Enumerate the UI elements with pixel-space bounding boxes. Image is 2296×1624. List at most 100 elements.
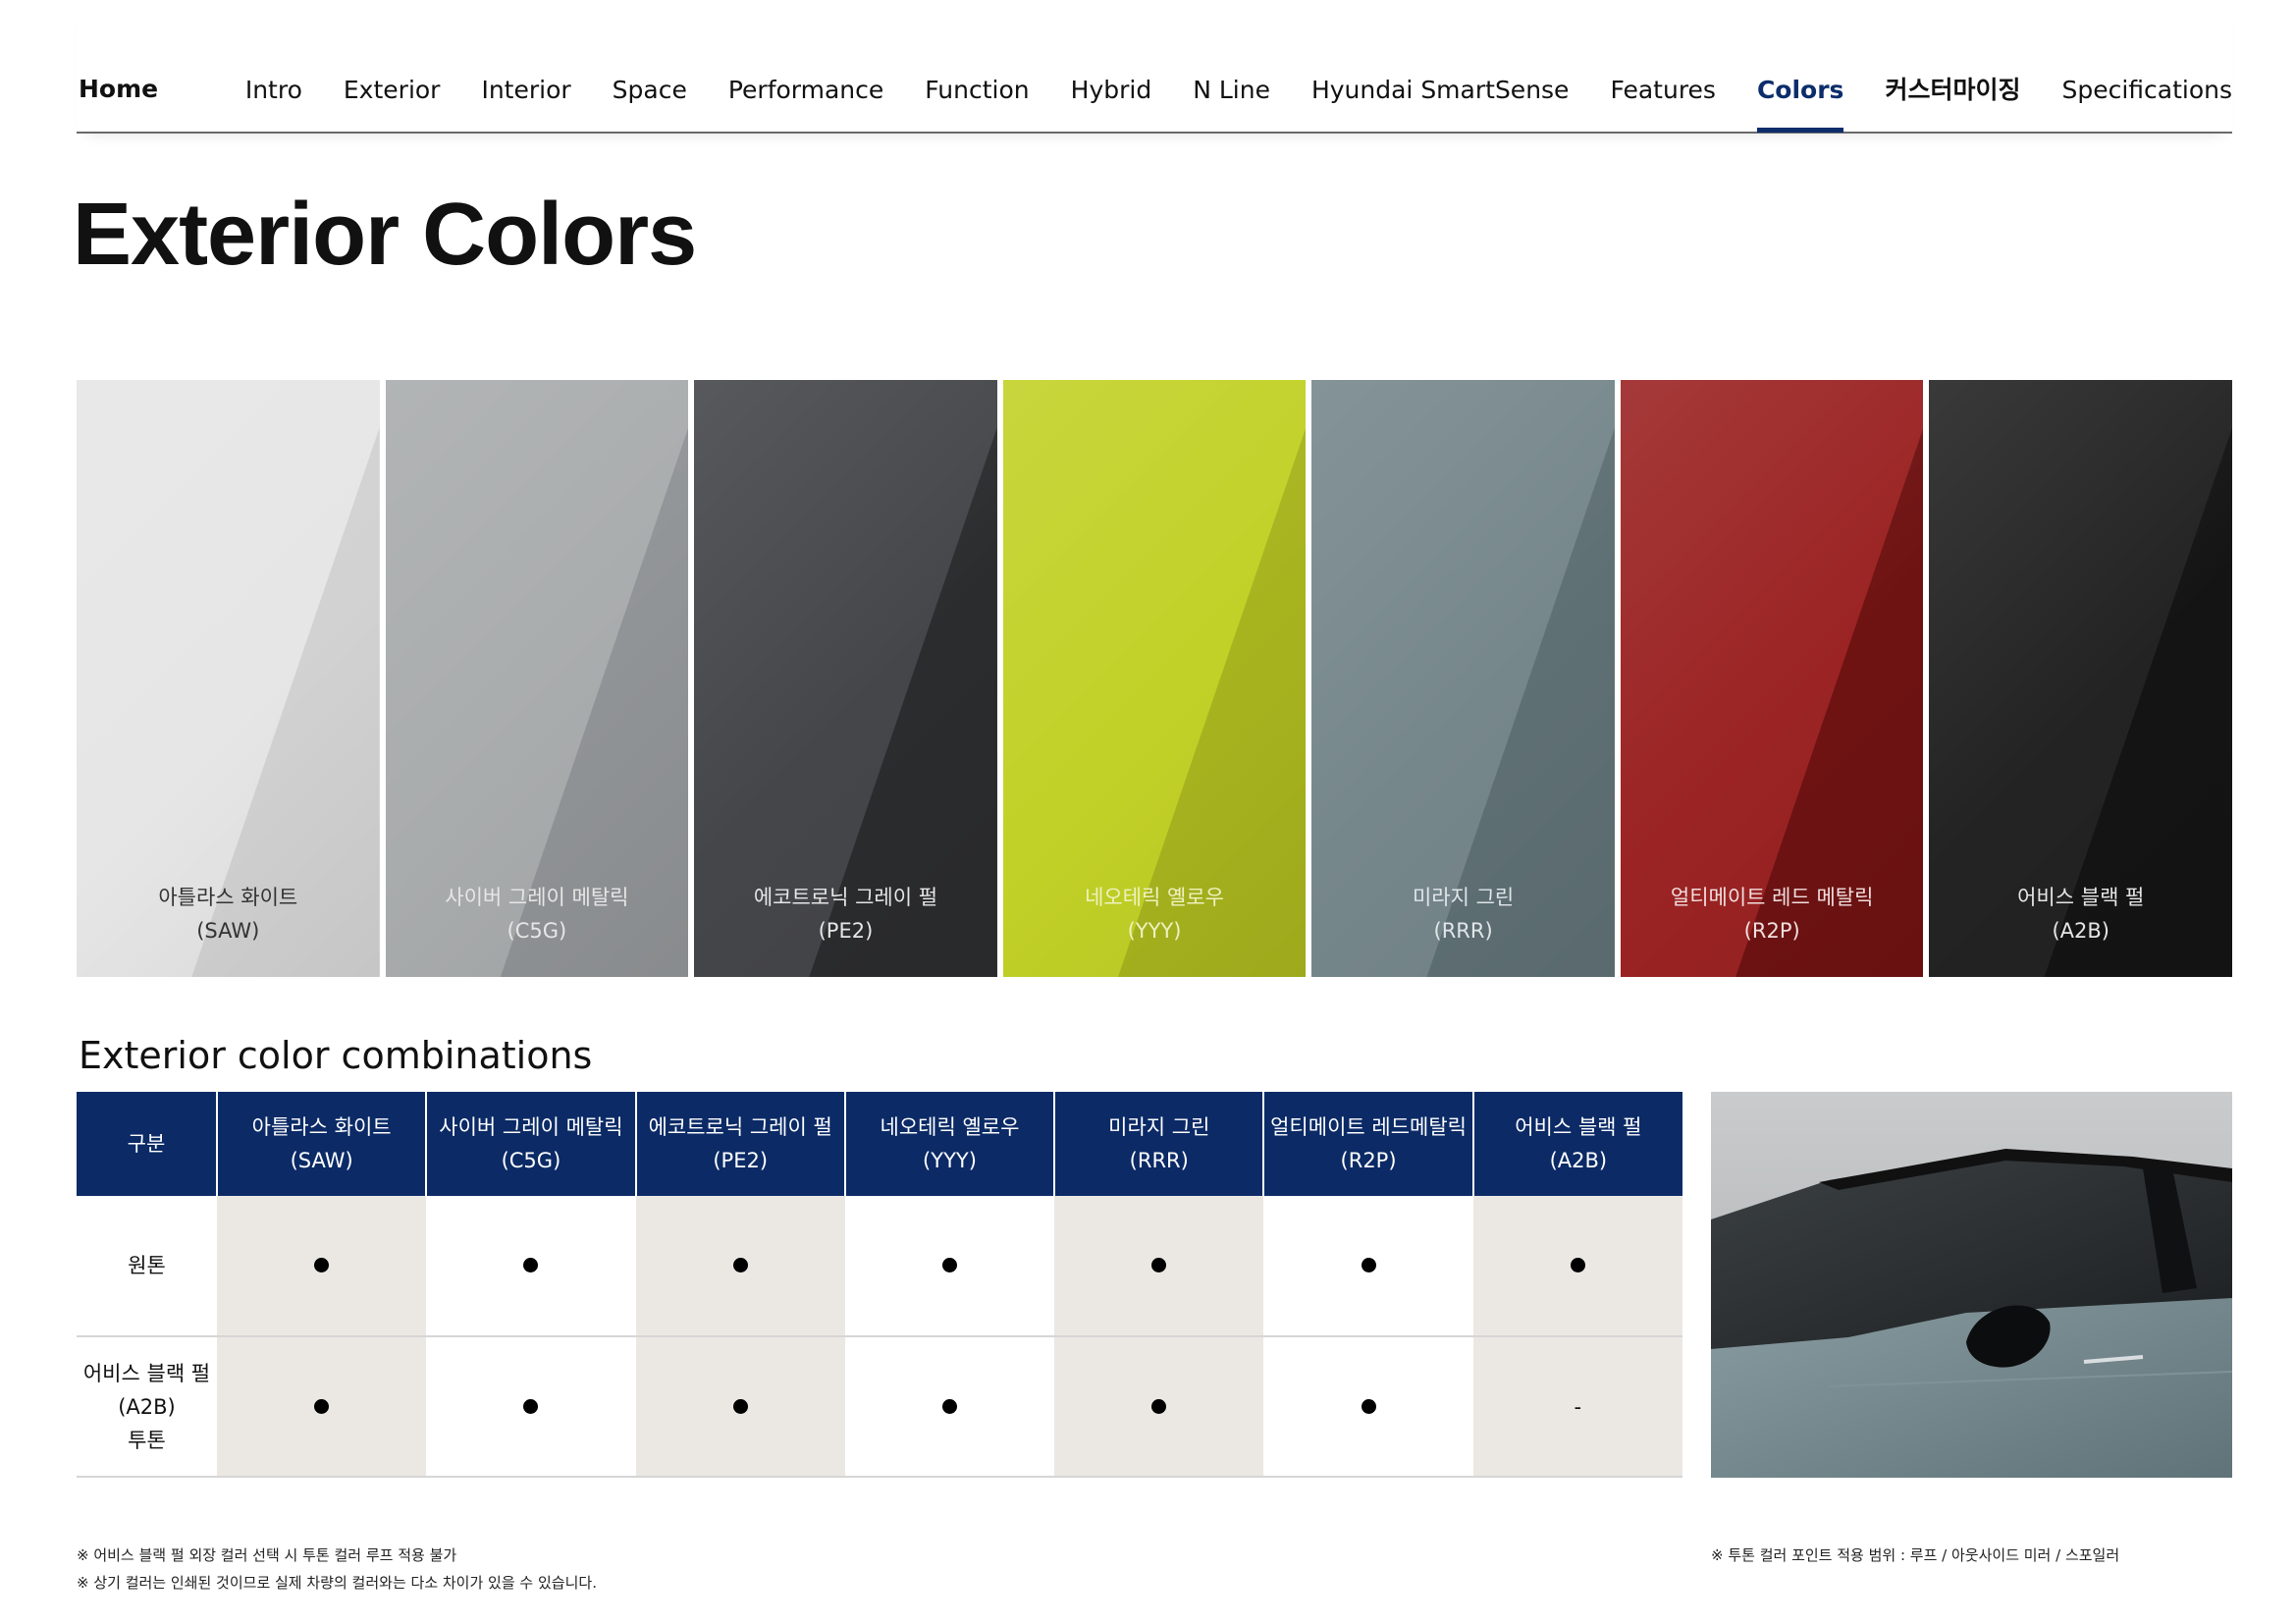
- header-color-name: 에코트로닉 그레이 펄: [648, 1115, 832, 1139]
- availability-dot: [732, 1258, 748, 1272]
- color-swatches: 아틀라스 화이트 (SAW) 사이버 그레이 메탈릭 (C5G) 에코트로닉 그레이…: [77, 380, 2233, 977]
- swatch-abyss-black[interactable]: 어비스 블랙 펄 (A2B): [1929, 380, 2233, 977]
- color-combinations-table: 구분 아틀라스 화이트 (SAW) 사이버 그레이 메탈릭 (C5G) 에코트로닉 …: [77, 1092, 1682, 1478]
- header-color-name: 아틀라스 화이트: [251, 1115, 392, 1139]
- header-color-name: 사이버 그레이 메탈릭: [439, 1115, 623, 1139]
- table-header-cell: 에코트로닉 그레이 펄 (PE2): [635, 1092, 846, 1196]
- swatch-label: 미라지 그린 (RRR): [1311, 881, 1615, 947]
- table-cell: [426, 1336, 636, 1478]
- swatch-name: 어비스 블랙 펄: [2017, 886, 2145, 909]
- swatch-label: 어비스 블랙 펄 (A2B): [1929, 881, 2232, 947]
- table-cell: [844, 1336, 1055, 1478]
- swatch-code: (RRR): [1433, 919, 1493, 943]
- table-header-cell: 얼티메이트 레드메탈릭 (R2P): [1263, 1092, 1474, 1196]
- nav-items: Intro Exterior Interior Space Performanc…: [245, 75, 2232, 133]
- nav-item-features[interactable]: Features: [1610, 75, 1716, 107]
- combinations-title: Exterior color combinations: [79, 1034, 593, 1077]
- availability-dot: [1151, 1398, 1167, 1414]
- availability-dot: [314, 1398, 330, 1414]
- table-cell: [844, 1196, 1055, 1337]
- nav-item-space[interactable]: Space: [613, 75, 687, 107]
- swatch-label: 네오테릭 옐로우 (YYY): [1003, 881, 1307, 947]
- table-cell-unavailable: -: [1472, 1336, 1682, 1478]
- swatch-mirage-green[interactable]: 미라지 그린 (RRR): [1311, 380, 1615, 977]
- row-label: 원톤: [77, 1196, 217, 1337]
- row-label-line: 투톤: [128, 1428, 166, 1452]
- header-color-name: 어비스 블랙 펄: [1515, 1115, 1642, 1139]
- table-header-cell: 네오테릭 옐로우 (YYY): [844, 1092, 1056, 1196]
- nav-item-exterior[interactable]: Exterior: [344, 75, 441, 107]
- header-color-code: (PE2): [713, 1149, 769, 1172]
- header-color-code: (R2P): [1340, 1149, 1397, 1172]
- car-illustration: [1711, 1092, 2232, 1478]
- row-label: 어비스 블랙 펄 (A2B) 투톤: [77, 1336, 217, 1478]
- table-cell: [217, 1196, 427, 1337]
- availability-dot: [1361, 1398, 1376, 1414]
- swatch-name: 사이버 그레이 메탈릭: [445, 886, 629, 909]
- table-cell: [1472, 1196, 1682, 1337]
- swatch-ultimate-red[interactable]: 얼티메이트 레드 메탈릭 (R2P): [1620, 380, 1924, 977]
- table-cell: [635, 1336, 845, 1478]
- availability-dot: [941, 1398, 957, 1414]
- nav-item-customizing[interactable]: 커스터마이징: [1885, 75, 2020, 107]
- table-header-cell: 미라지 그린 (RRR): [1054, 1092, 1265, 1196]
- swatch-name: 미라지 그린: [1412, 886, 1515, 909]
- table-header-cell: 아틀라스 화이트 (SAW): [217, 1092, 428, 1196]
- row-label-line: (A2B): [118, 1394, 176, 1419]
- table-cell: [1054, 1196, 1264, 1337]
- header-color-code: (SAW): [290, 1149, 353, 1172]
- table-header-cell: 어비스 블랙 펄 (A2B): [1472, 1092, 1682, 1196]
- header-color-name: 얼티메이트 레드메탈릭: [1270, 1115, 1467, 1139]
- nav-item-performance[interactable]: Performance: [728, 75, 883, 107]
- availability-dot: [1361, 1258, 1376, 1272]
- swatch-code: (SAW): [196, 919, 260, 943]
- swatch-atlas-white[interactable]: 아틀라스 화이트 (SAW): [77, 380, 380, 977]
- note-print-color-disclaimer: ※ 상기 컬러는 인쇄된 것이므로 실제 차량의 컬러와는 다소 차이가 있을 …: [77, 1574, 597, 1592]
- swatch-name: 에코트로닉 그레이 펄: [753, 886, 938, 909]
- table-cell: [1263, 1196, 1473, 1337]
- swatch-cyber-gray[interactable]: 사이버 그레이 메탈릭 (C5G): [385, 380, 689, 977]
- header-color-name: 미라지 그린: [1108, 1115, 1210, 1139]
- top-navigation: Home Intro Exterior Interior Space Perfo…: [77, 0, 2232, 134]
- swatch-name: 아틀라스 화이트: [158, 886, 298, 909]
- row-label-line: 어비스 블랙 펄: [82, 1361, 211, 1385]
- availability-dot: [941, 1258, 957, 1272]
- table-cell: [1263, 1336, 1473, 1478]
- table-row-two-tone: 어비스 블랙 펄 (A2B) 투톤 -: [77, 1336, 1682, 1478]
- nav-item-colors[interactable]: Colors: [1756, 75, 1844, 133]
- swatch-ecotronic-gray[interactable]: 에코트로닉 그레이 펄 (PE2): [694, 380, 997, 977]
- table-cell: [635, 1196, 845, 1337]
- table-row-one-tone: 원톤: [77, 1196, 1682, 1337]
- nav-item-intro[interactable]: Intro: [245, 75, 302, 107]
- nav-item-smartsense[interactable]: Hyundai SmartSense: [1311, 75, 1570, 107]
- swatch-label: 사이버 그레이 메탈릭 (C5G): [386, 881, 689, 947]
- nav-item-specifications[interactable]: Specifications: [2061, 75, 2232, 107]
- nav-item-function[interactable]: Function: [925, 75, 1029, 107]
- page-title: Exterior Colors: [73, 186, 697, 284]
- nav-item-hybrid[interactable]: Hybrid: [1071, 75, 1152, 107]
- swatch-label: 아틀라스 화이트 (SAW): [77, 881, 380, 947]
- table-cell: [217, 1336, 427, 1478]
- header-color-code: (C5G): [501, 1149, 561, 1172]
- swatch-neoteric-yellow[interactable]: 네오테릭 옐로우 (YYY): [1002, 380, 1307, 977]
- header-color-code: (YYY): [923, 1149, 977, 1172]
- table-header-label: 구분: [77, 1092, 218, 1196]
- note-two-tone-restriction: ※ 어비스 블랙 펄 외장 컬러 선택 시 투톤 컬러 루프 적용 불가: [77, 1546, 457, 1564]
- two-tone-car-image: [1711, 1092, 2232, 1478]
- header-color-code: (A2B): [1549, 1149, 1608, 1172]
- table-header-row: 구분 아틀라스 화이트 (SAW) 사이버 그레이 메탈릭 (C5G) 에코트로닉 …: [77, 1092, 1682, 1196]
- swatch-name: 얼티메이트 레드 메탈릭: [1670, 886, 1874, 909]
- swatch-label: 에코트로닉 그레이 펄 (PE2): [694, 881, 997, 947]
- swatch-name: 네오테릭 옐로우: [1085, 886, 1224, 909]
- table-cell: [1054, 1336, 1264, 1478]
- nav-home-link[interactable]: Home: [79, 75, 158, 103]
- nav-item-n-line[interactable]: N Line: [1193, 75, 1270, 107]
- swatch-code: (YYY): [1127, 919, 1182, 943]
- note-two-tone-scope: ※ 투톤 컬러 포인트 적용 범위 : 루프 / 아웃사이드 미러 / 스포일러: [1711, 1546, 2120, 1564]
- header-color-name: 네오테릭 옐로우: [880, 1115, 1020, 1139]
- availability-dot: [1570, 1258, 1585, 1272]
- availability-dot: [1151, 1258, 1167, 1272]
- availability-dot: [523, 1258, 539, 1272]
- swatch-code: (A2B): [2052, 919, 2110, 943]
- nav-item-interior[interactable]: Interior: [481, 75, 570, 107]
